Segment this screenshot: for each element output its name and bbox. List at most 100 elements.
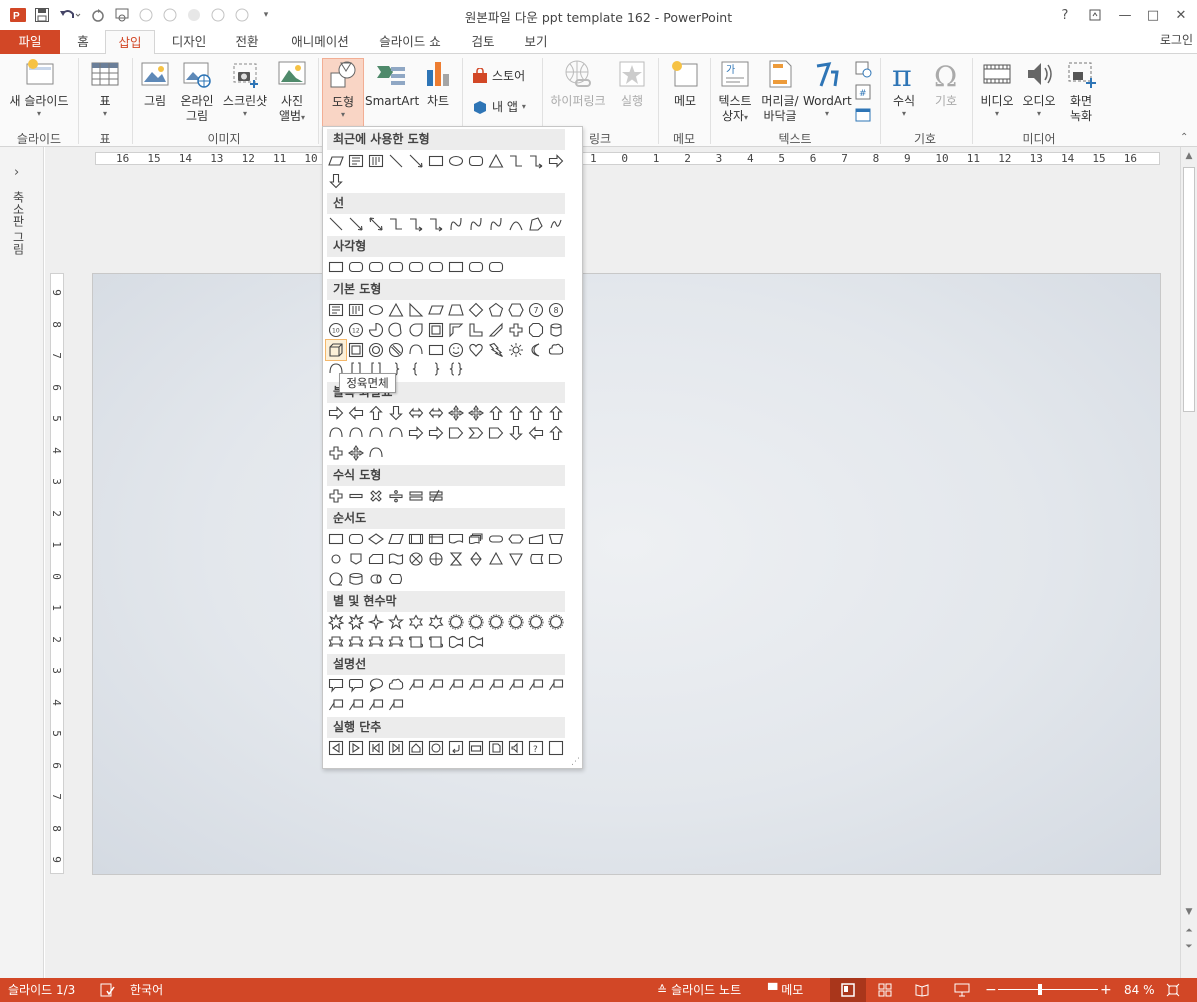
scroll-thumb[interactable]: [1183, 167, 1195, 412]
shape-homeplate-icon[interactable]: [486, 423, 506, 443]
shape-actreturn-icon[interactable]: [446, 738, 466, 758]
shape-sumjunc-icon[interactable]: [406, 549, 426, 569]
shape-chord-icon[interactable]: [386, 320, 406, 340]
shape-rrect-icon[interactable]: [426, 257, 446, 277]
shape-rect-icon[interactable]: [326, 257, 346, 277]
shape-card-icon[interactable]: [366, 549, 386, 569]
notes-button[interactable]: ≙ 슬라이드 노트: [657, 978, 741, 1002]
shape-rect-icon[interactable]: [426, 151, 446, 171]
slide-sorter-icon[interactable]: [878, 978, 892, 997]
shape-ribbonup-icon[interactable]: [346, 632, 366, 652]
shape-wave-icon[interactable]: [466, 632, 486, 652]
shape-seal-icon[interactable]: [446, 612, 466, 632]
shape-magdisk-icon[interactable]: [346, 569, 366, 589]
shape-cloud-icon[interactable]: [546, 340, 566, 360]
scroll-down-icon[interactable]: ▼: [1181, 905, 1197, 919]
shape-process-icon[interactable]: [326, 529, 346, 549]
shape-uarrow-icon[interactable]: [546, 423, 566, 443]
comment-button[interactable]: 메모: [664, 58, 706, 109]
shape-trap-icon[interactable]: [446, 300, 466, 320]
shape-elbow-icon[interactable]: [386, 214, 406, 234]
shape-pent-icon[interactable]: [486, 300, 506, 320]
shape-actdoc-icon[interactable]: [486, 738, 506, 758]
store-button[interactable]: 스토어: [472, 67, 525, 84]
shape-teardrop-icon[interactable]: [406, 320, 426, 340]
shape-arc-icon[interactable]: [366, 443, 386, 463]
smartart-button[interactable]: SmartArt: [365, 58, 419, 109]
shape-curve-icon[interactable]: [446, 214, 466, 234]
shape-quad-icon[interactable]: [466, 403, 486, 423]
shape-linecallout-icon[interactable]: [446, 675, 466, 695]
shape-linecallout-icon[interactable]: [346, 695, 366, 715]
shape-scroll-icon[interactable]: [406, 632, 426, 652]
login-link[interactable]: 로그인: [1160, 30, 1193, 50]
textbox-button[interactable]: 가 텍스트 상자▾: [714, 58, 756, 124]
shape-smiley-icon[interactable]: [446, 340, 466, 360]
new-slide-button[interactable]: 새 슬라이드 ▾: [4, 58, 74, 118]
shape-star7-icon[interactable]: [426, 612, 446, 632]
shape-elbowa-icon[interactable]: [406, 214, 426, 234]
shape-connector-icon[interactable]: [326, 549, 346, 569]
date-time-button[interactable]: [854, 60, 872, 78]
shape-hex-icon[interactable]: [506, 300, 526, 320]
collapse-ribbon-icon[interactable]: ⌃: [1180, 132, 1188, 143]
shape-mult-icon[interactable]: [366, 486, 386, 506]
shape-linecallout-icon[interactable]: [486, 675, 506, 695]
shape-rarrow-icon[interactable]: [406, 423, 426, 443]
shape-lightning-icon[interactable]: [486, 340, 506, 360]
shape-rrect-icon[interactable]: [406, 257, 426, 277]
comments-button[interactable]: ▀ 메모: [768, 978, 803, 1002]
shape-decagon-icon[interactable]: 10: [326, 320, 346, 340]
shape-textbox-icon[interactable]: [346, 151, 366, 171]
shape-actmovie-icon[interactable]: [466, 738, 486, 758]
shape-arrowline-icon[interactable]: [406, 151, 426, 171]
shape-seal-icon[interactable]: [466, 612, 486, 632]
shape-orjunc-icon[interactable]: [426, 549, 446, 569]
shape-scroll-icon[interactable]: [426, 632, 446, 652]
shape-rect-icon[interactable]: [446, 257, 466, 277]
shape-dodecagon-icon[interactable]: 12: [346, 320, 366, 340]
shape-merge-icon[interactable]: [506, 549, 526, 569]
shape-octagon-icon[interactable]: [526, 320, 546, 340]
scroll-up-icon[interactable]: ▲: [1181, 149, 1197, 163]
shape-actfwd-icon[interactable]: [346, 738, 366, 758]
shape-elbow-icon[interactable]: [506, 151, 526, 171]
slide-counter[interactable]: 슬라이드 1/3: [8, 978, 75, 1002]
shape-terminator-icon[interactable]: [486, 529, 506, 549]
shape-actcustom-icon[interactable]: [546, 738, 566, 758]
shape-moon-icon[interactable]: [526, 340, 546, 360]
shape-donut-icon[interactable]: [366, 340, 386, 360]
shape-rrect-icon[interactable]: [466, 151, 486, 171]
tab-design[interactable]: 디자인: [163, 30, 215, 54]
shape-minus-icon[interactable]: [346, 486, 366, 506]
shape-rtri-icon[interactable]: [406, 300, 426, 320]
minimize-button[interactable]: —: [1110, 0, 1140, 30]
shape-textbox-icon[interactable]: [326, 300, 346, 320]
shape-linecallout-icon[interactable]: [426, 675, 446, 695]
shape-arc-icon[interactable]: [406, 340, 426, 360]
shape-arc-icon[interactable]: [346, 423, 366, 443]
shape-oval-icon[interactable]: [366, 300, 386, 320]
shape-scribble-icon[interactable]: [546, 214, 566, 234]
shape-actbegin-icon[interactable]: [366, 738, 386, 758]
shape-linecallout-icon[interactable]: [546, 675, 566, 695]
screen-recording-button[interactable]: 화면 녹화: [1061, 58, 1101, 124]
slide-number-button[interactable]: #: [854, 83, 872, 101]
shape-seqaccess-icon[interactable]: [326, 569, 346, 589]
shape-actinfo-icon[interactable]: [426, 738, 446, 758]
tab-insert[interactable]: 삽입: [105, 30, 155, 55]
shape-delay-icon[interactable]: [546, 549, 566, 569]
shape-ribbonup-icon[interactable]: [366, 632, 386, 652]
online-picture-button[interactable]: 온라인 그림: [176, 58, 218, 124]
shape-linecallout-icon[interactable]: [326, 695, 346, 715]
spellcheck-icon[interactable]: [99, 978, 115, 998]
shape-extract-icon[interactable]: [486, 549, 506, 569]
normal-view-button[interactable]: [830, 978, 866, 1002]
photo-album-button[interactable]: 사진 앨범▾: [272, 58, 312, 124]
shape-arcs-icon[interactable]: [506, 214, 526, 234]
shape-linecallout-icon[interactable]: [406, 675, 426, 695]
shape-quad-icon[interactable]: [446, 403, 466, 423]
shape-lbrace-icon[interactable]: [406, 359, 426, 379]
shape-arc-icon[interactable]: [386, 423, 406, 443]
shape-linecallout-icon[interactable]: [386, 695, 406, 715]
